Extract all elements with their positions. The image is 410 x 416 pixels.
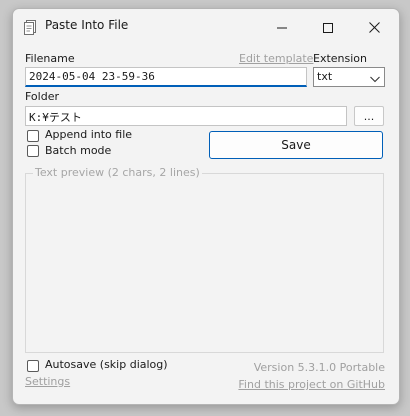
folder-value: K:¥テスト xyxy=(29,111,82,124)
batch-mode-checkbox[interactable] xyxy=(27,145,39,157)
browse-button-label: ... xyxy=(363,109,375,123)
save-button-label: Save xyxy=(281,138,311,152)
append-label[interactable]: Append into file xyxy=(45,128,132,141)
filename-label: Filename xyxy=(25,52,75,65)
edit-template-link[interactable]: Edit template xyxy=(239,52,313,65)
app-icon xyxy=(23,19,39,35)
maximize-button[interactable] xyxy=(305,9,351,45)
browse-folder-button[interactable]: ... xyxy=(354,106,384,126)
close-icon xyxy=(368,18,380,37)
autosave-checkbox[interactable] xyxy=(27,360,39,372)
extension-label: Extension xyxy=(313,52,368,65)
settings-link[interactable]: Settings xyxy=(25,375,70,388)
filename-value: 2024-05-04 23-59-36 xyxy=(29,70,155,83)
folder-label: Folder xyxy=(25,90,59,103)
chevron-down-icon xyxy=(370,73,380,86)
window-title: Paste Into File xyxy=(45,18,129,32)
minimize-button[interactable] xyxy=(259,9,305,45)
maximize-icon xyxy=(323,18,333,37)
text-preview-box xyxy=(25,173,384,353)
minimize-icon xyxy=(277,18,287,37)
text-preview-legend: Text preview (2 chars, 2 lines) xyxy=(33,166,202,179)
paste-into-file-window: Paste Into File Filename Edit template E… xyxy=(12,8,400,405)
append-checkbox[interactable] xyxy=(27,130,39,142)
extension-value: txt xyxy=(317,70,333,83)
version-label: Version 5.3.1.0 Portable xyxy=(253,361,385,374)
folder-input[interactable]: K:¥テスト xyxy=(25,106,347,126)
save-button[interactable]: Save xyxy=(209,131,383,159)
autosave-label[interactable]: Autosave (skip dialog) xyxy=(45,358,168,371)
title-bar[interactable]: Paste Into File xyxy=(13,9,399,45)
filename-input[interactable]: 2024-05-04 23-59-36 xyxy=(25,67,307,87)
batch-mode-label[interactable]: Batch mode xyxy=(45,144,111,157)
extension-select[interactable]: txt xyxy=(313,67,385,87)
close-button[interactable] xyxy=(351,9,397,45)
github-link[interactable]: Find this project on GitHub xyxy=(238,378,385,391)
